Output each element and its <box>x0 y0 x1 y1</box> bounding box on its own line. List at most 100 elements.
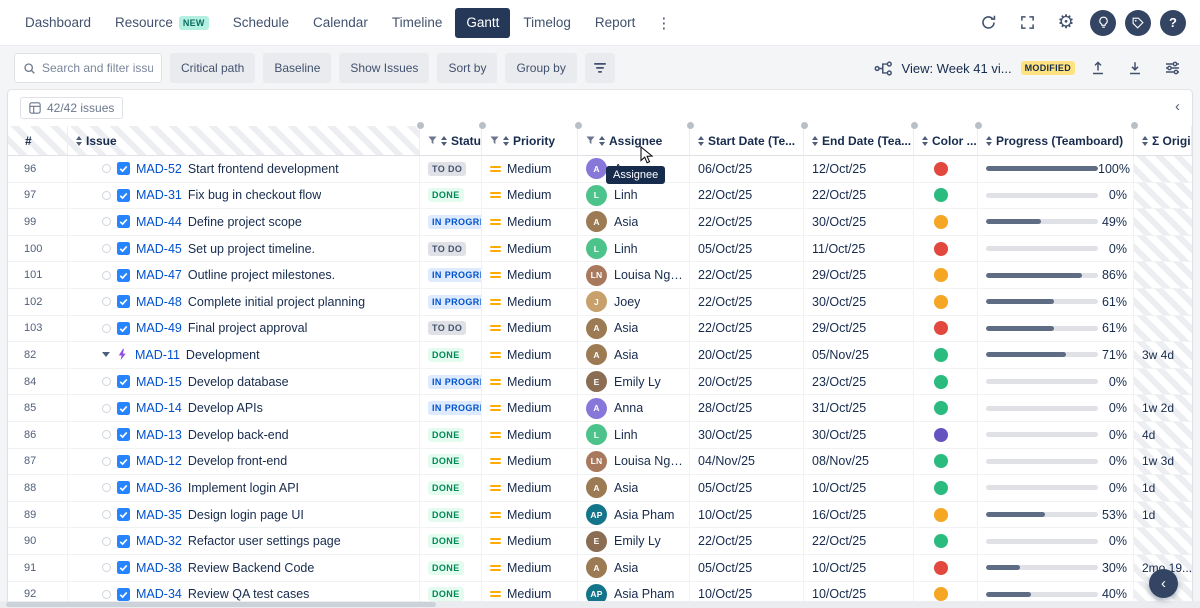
row-handle-icon[interactable] <box>102 377 111 386</box>
toolbar-button-sort-by[interactable]: Sort by <box>437 53 497 83</box>
issue-cell: MAD-45Set up project timeline. <box>68 236 420 262</box>
filter-lines-icon[interactable] <box>585 53 615 83</box>
collapse-panel-chevron[interactable]: ‹ <box>1175 98 1180 115</box>
nav-item-gantt[interactable]: Gantt <box>455 8 510 38</box>
issue-key-link[interactable]: MAD-11 <box>135 348 180 362</box>
row-handle-icon[interactable] <box>102 483 111 492</box>
row-handle-icon[interactable] <box>102 324 111 333</box>
issue-key-link[interactable]: MAD-34 <box>136 587 182 601</box>
row-handle-icon[interactable] <box>102 217 111 226</box>
end-date-cell: 16/Oct/25 <box>804 502 914 528</box>
tag-icon[interactable] <box>1125 10 1151 36</box>
expand-chevron-icon[interactable] <box>102 352 110 357</box>
column-header-progress[interactable]: Progress (Teamboard) <box>978 126 1134 155</box>
toolbar-button-critical-path[interactable]: Critical path <box>170 53 255 83</box>
issue-key-link[interactable]: MAD-47 <box>136 268 182 282</box>
column-resize-handle[interactable] <box>575 122 582 129</box>
upload-icon[interactable] <box>1084 54 1112 82</box>
row-handle-icon[interactable] <box>102 164 111 173</box>
row-number: 90 <box>24 535 36 547</box>
issue-key-link[interactable]: MAD-13 <box>136 428 182 442</box>
table-row-mad-13: 86MAD-13Develop back-endDONEMediumLLinh3… <box>8 422 1192 449</box>
nav-item-timelog[interactable]: Timelog <box>512 8 582 38</box>
column-header-end[interactable]: End Date (Tea... <box>804 126 914 155</box>
issue-key-link[interactable]: MAD-52 <box>136 162 182 176</box>
toolbar-button-baseline[interactable]: Baseline <box>263 53 331 83</box>
sync-icon[interactable] <box>973 8 1003 38</box>
row-handle-icon[interactable] <box>102 297 111 306</box>
nav-item-label: Timeline <box>392 15 443 30</box>
row-handle-icon[interactable] <box>102 563 111 572</box>
progress-cell: 53% <box>978 502 1134 528</box>
column-header-start[interactable]: Start Date (Te... <box>690 126 804 155</box>
end-date-cell: 31/Oct/25 <box>804 395 914 421</box>
row-handle-icon[interactable] <box>102 271 111 280</box>
horizontal-scrollbar[interactable] <box>0 601 1200 608</box>
nav-overflow-button[interactable]: ⋮ <box>648 10 679 36</box>
search-input[interactable] <box>42 61 153 75</box>
toolbar-button-group-by[interactable]: Group by <box>505 53 576 83</box>
nav-item-schedule[interactable]: Schedule <box>222 8 300 38</box>
nav-item-report[interactable]: Report <box>584 8 647 38</box>
row-handle-icon[interactable] <box>102 191 111 200</box>
column-resize-handle[interactable] <box>911 122 918 129</box>
issue-key-link[interactable]: MAD-12 <box>136 454 182 468</box>
column-resize-handle[interactable] <box>417 122 424 129</box>
column-settings-icon[interactable] <box>1158 54 1186 82</box>
row-handle-icon[interactable] <box>102 590 111 599</box>
issues-count: 42/42 issues <box>47 101 114 115</box>
column-resize-handle[interactable] <box>801 122 808 129</box>
row-handle-icon[interactable] <box>102 430 111 439</box>
column-header-issue[interactable]: Issue <box>68 126 420 155</box>
estimate-cell <box>1134 289 1192 315</box>
issue-key-link[interactable]: MAD-38 <box>136 561 182 575</box>
start-date: 22/Oct/25 <box>698 295 752 309</box>
nav-item-dashboard[interactable]: Dashboard <box>14 8 102 38</box>
issue-key-link[interactable]: MAD-36 <box>136 481 182 495</box>
nav-item-timeline[interactable]: Timeline <box>381 8 454 38</box>
column-resize-handle[interactable] <box>687 122 694 129</box>
start-date-cell: 22/Oct/25 <box>690 316 804 342</box>
nav-item-calendar[interactable]: Calendar <box>302 8 379 38</box>
hscroll-thumb[interactable] <box>6 602 436 607</box>
issue-key-link[interactable]: MAD-49 <box>136 321 182 335</box>
column-header-assignee[interactable]: Assignee <box>578 126 690 155</box>
priority-medium-icon <box>490 219 501 225</box>
column-header-status[interactable]: Status <box>420 126 482 155</box>
column-header-num[interactable]: # <box>8 126 68 155</box>
issue-key-link[interactable]: MAD-44 <box>136 215 182 229</box>
status-badge: TO DO <box>428 242 466 256</box>
start-date: 04/Nov/25 <box>698 454 755 468</box>
column-resize-handle[interactable] <box>975 122 982 129</box>
issue-key-link[interactable]: MAD-15 <box>136 375 182 389</box>
row-handle-icon[interactable] <box>102 510 111 519</box>
column-header-estimate[interactable]: Σ Origin... <box>1134 126 1192 155</box>
row-handle-icon[interactable] <box>102 244 111 253</box>
issue-key-link[interactable]: MAD-32 <box>136 534 182 548</box>
issue-key-link[interactable]: MAD-31 <box>136 188 182 202</box>
issue-key-link[interactable]: MAD-14 <box>136 401 182 415</box>
issue-key-link[interactable]: MAD-35 <box>136 508 182 522</box>
column-header-priority[interactable]: Priority <box>482 126 578 155</box>
settings-gear-icon[interactable]: ⚙ <box>1051 8 1081 38</box>
row-handle-icon[interactable] <box>102 537 111 546</box>
column-resize-handle[interactable] <box>479 122 486 129</box>
fullscreen-icon[interactable] <box>1012 8 1042 38</box>
help-icon[interactable]: ? <box>1160 10 1186 36</box>
color-dot-green <box>934 454 948 468</box>
search-box[interactable] <box>14 53 162 83</box>
row-handle-icon[interactable] <box>102 457 111 466</box>
issue-summary: Complete initial project planning <box>188 295 365 309</box>
collapse-sidebar-fab[interactable]: ‹ <box>1149 569 1178 598</box>
issue-key-link[interactable]: MAD-45 <box>136 242 182 256</box>
column-resize-handle[interactable] <box>1131 122 1138 129</box>
issue-key-link[interactable]: MAD-48 <box>136 295 182 309</box>
issues-grid-icon <box>29 102 41 114</box>
lightbulb-icon[interactable] <box>1090 10 1116 36</box>
toolbar-button-show-issues[interactable]: Show Issues <box>339 53 429 83</box>
nav-item-resource[interactable]: ResourceNEW <box>104 8 220 38</box>
column-header-color[interactable]: Color ... <box>914 126 978 155</box>
view-selector[interactable]: View: Week 41 vi... <box>902 61 1012 76</box>
download-icon[interactable] <box>1121 54 1149 82</box>
row-handle-icon[interactable] <box>102 404 111 413</box>
